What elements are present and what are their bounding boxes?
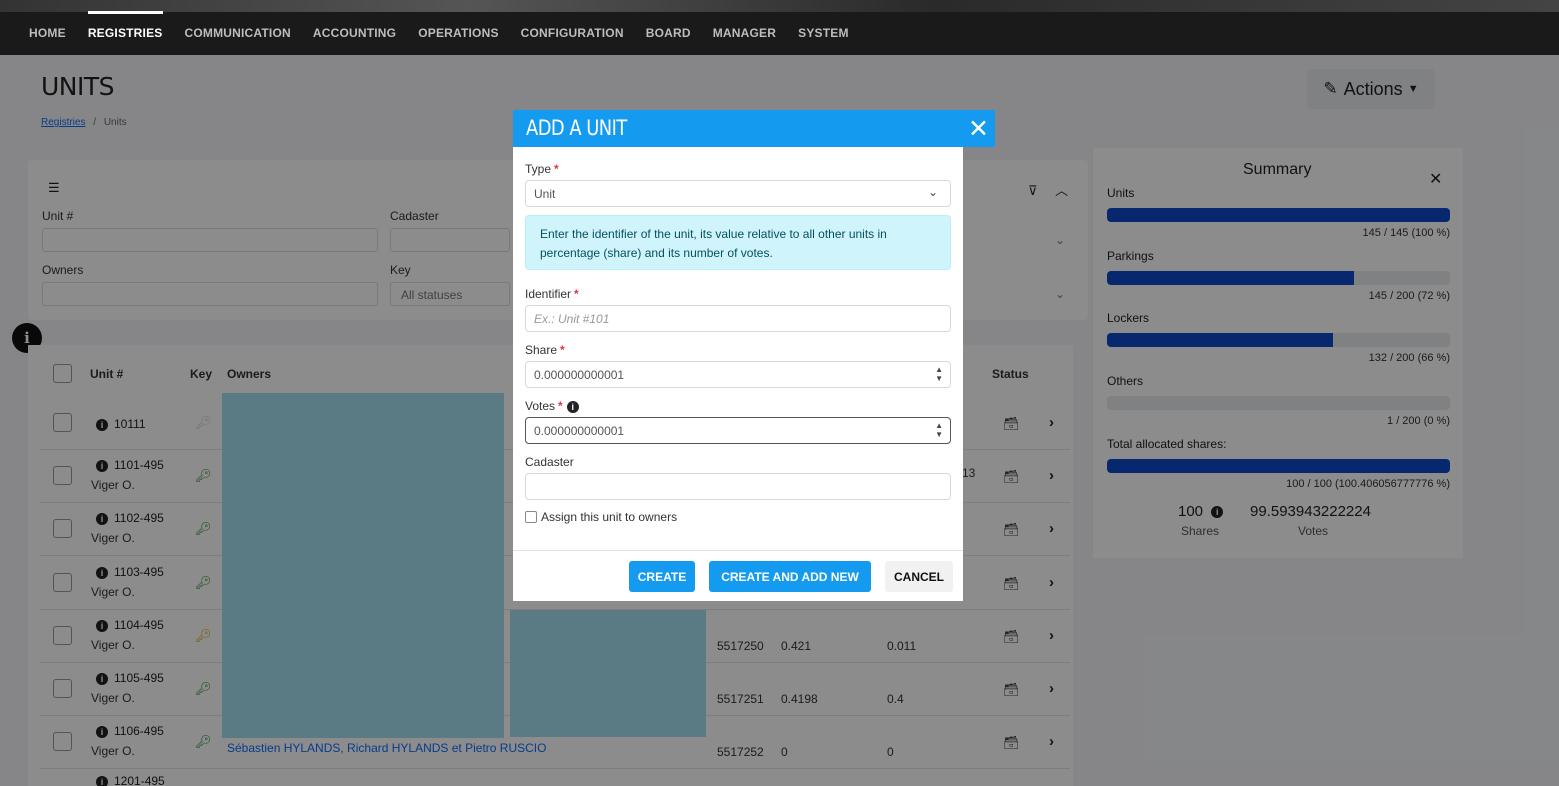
info-icon[interactable]: i (566, 400, 579, 413)
nav-system[interactable]: SYSTEM (798, 26, 849, 40)
identifier-input[interactable]: Ex.: Unit #101 (525, 305, 951, 332)
cancel-button[interactable]: CANCEL (885, 561, 953, 592)
modal-title: ADD A UNIT (526, 116, 627, 140)
share-input[interactable]: 0.000000000001 ▲ ▼ (525, 361, 951, 388)
type-label-text: Type (525, 162, 552, 176)
nav-manager[interactable]: MANAGER (713, 26, 776, 40)
nav-communication[interactable]: COMMUNICATION (185, 26, 291, 40)
type-select[interactable]: Unit ⌄ (525, 180, 951, 207)
nav-home[interactable]: HOME (29, 26, 66, 40)
required-marker: * (554, 162, 559, 176)
required-marker: * (574, 287, 579, 301)
create-and-add-new-button[interactable]: CREATE AND ADD NEW (709, 561, 871, 592)
votes-label: Votes * i (525, 399, 579, 413)
spinner-icon[interactable]: ▲ ▼ (935, 365, 943, 383)
votes-value: 0.000000000001 (534, 424, 625, 438)
cadaster-input[interactable] (525, 473, 951, 500)
share-value: 0.000000000001 (534, 368, 625, 382)
chevron-down-icon: ⌄ (927, 185, 938, 199)
required-marker: * (560, 343, 565, 357)
modal-footer-divider (513, 550, 963, 551)
type-label: Type * (525, 162, 559, 176)
spinner-icon[interactable]: ▲ ▼ (935, 421, 943, 439)
create-button[interactable]: CREATE (629, 561, 695, 592)
nav-accounting[interactable]: ACCOUNTING (313, 26, 396, 40)
cadaster-label: Cadaster (525, 455, 574, 469)
main-nav: HOME REGISTRIES COMMUNICATION ACCOUNTING… (18, 11, 860, 40)
header-banner (0, 0, 1559, 12)
nav-configuration[interactable]: CONFIGURATION (521, 26, 624, 40)
close-icon[interactable]: ✕ (968, 114, 989, 144)
nav-board[interactable]: BOARD (646, 26, 691, 40)
nav-operations[interactable]: OPERATIONS (418, 26, 498, 40)
identifier-label-text: Identifier (525, 287, 572, 301)
votes-label-text: Votes (525, 399, 556, 413)
share-label: Share * (525, 343, 565, 357)
required-marker: * (558, 399, 563, 413)
identifier-label: Identifier * (525, 287, 579, 301)
assign-owners-checkbox[interactable]: Assign this unit to owners (525, 510, 677, 524)
assign-owners-label: Assign this unit to owners (541, 510, 678, 524)
type-value: Unit (534, 187, 556, 201)
top-navbar: HOME REGISTRIES COMMUNICATION ACCOUNTING… (0, 0, 1559, 55)
nav-registries[interactable]: REGISTRIES (87, 11, 163, 40)
checkbox-box[interactable] (525, 511, 537, 523)
share-label-text: Share (525, 343, 558, 357)
info-alert: Enter the identifier of the unit, its va… (525, 215, 951, 270)
votes-input[interactable]: 0.000000000001 ▲ ▼ (525, 417, 951, 444)
